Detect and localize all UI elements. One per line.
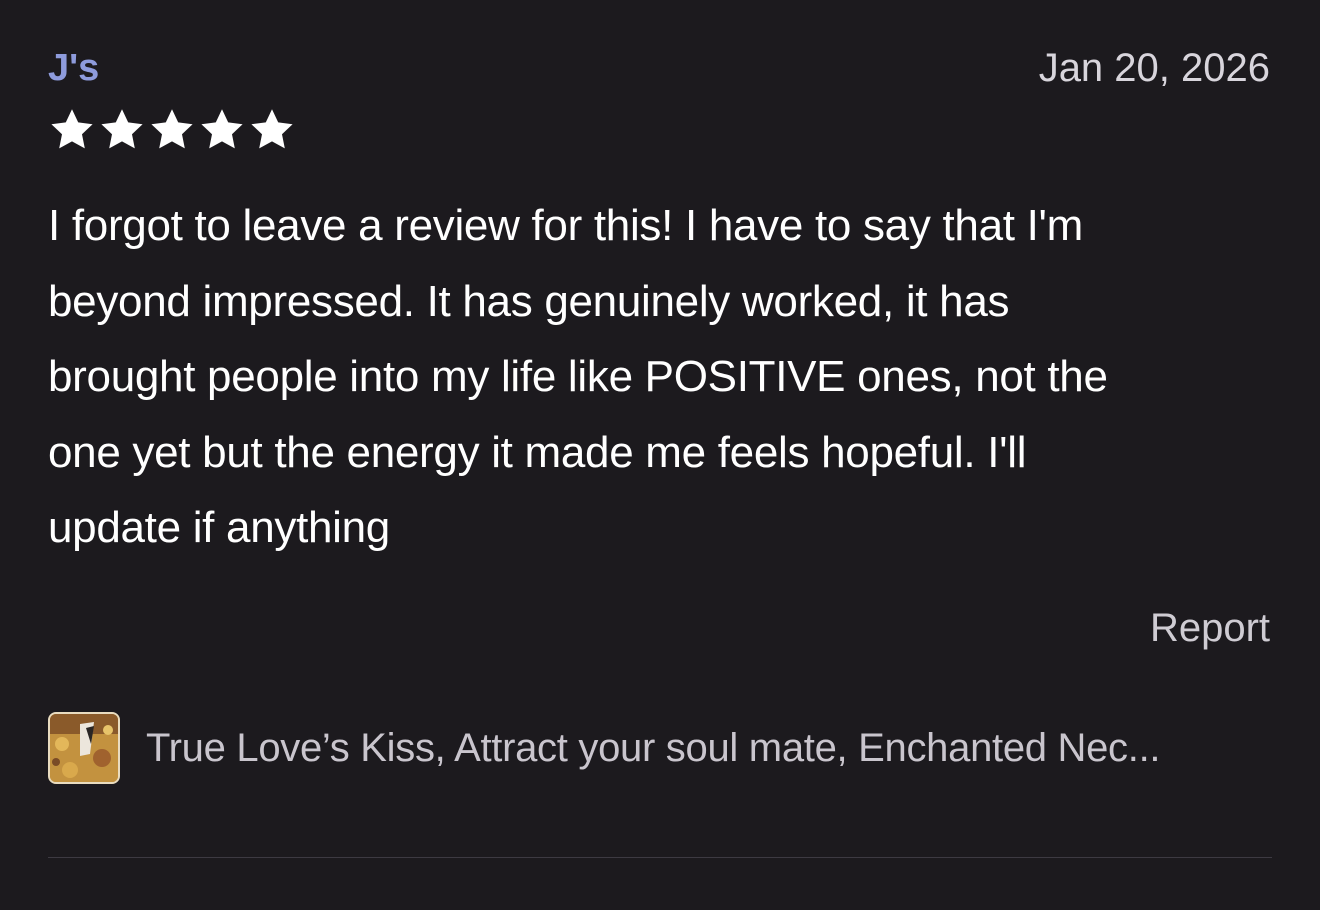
product-link[interactable]: True Love’s Kiss, Attract your soul mate… xyxy=(48,710,1272,786)
review-card: J's Jan 20, 2026 I forgot to leave a rev… xyxy=(48,0,1272,910)
star-icon xyxy=(48,106,96,154)
star-icon xyxy=(148,106,196,154)
star-icon xyxy=(98,106,146,154)
product-title[interactable]: True Love’s Kiss, Attract your soul mate… xyxy=(146,726,1161,771)
product-thumbnail xyxy=(48,712,120,784)
divider xyxy=(48,857,1272,858)
star-icon xyxy=(248,106,296,154)
review-text: I forgot to leave a review for this! I h… xyxy=(48,201,1108,552)
star-icon xyxy=(198,106,246,154)
star-rating xyxy=(48,106,296,154)
report-link[interactable]: Report xyxy=(1150,604,1270,652)
reviewer-name[interactable]: J's xyxy=(48,46,99,90)
review-date: Jan 20, 2026 xyxy=(1038,46,1270,90)
